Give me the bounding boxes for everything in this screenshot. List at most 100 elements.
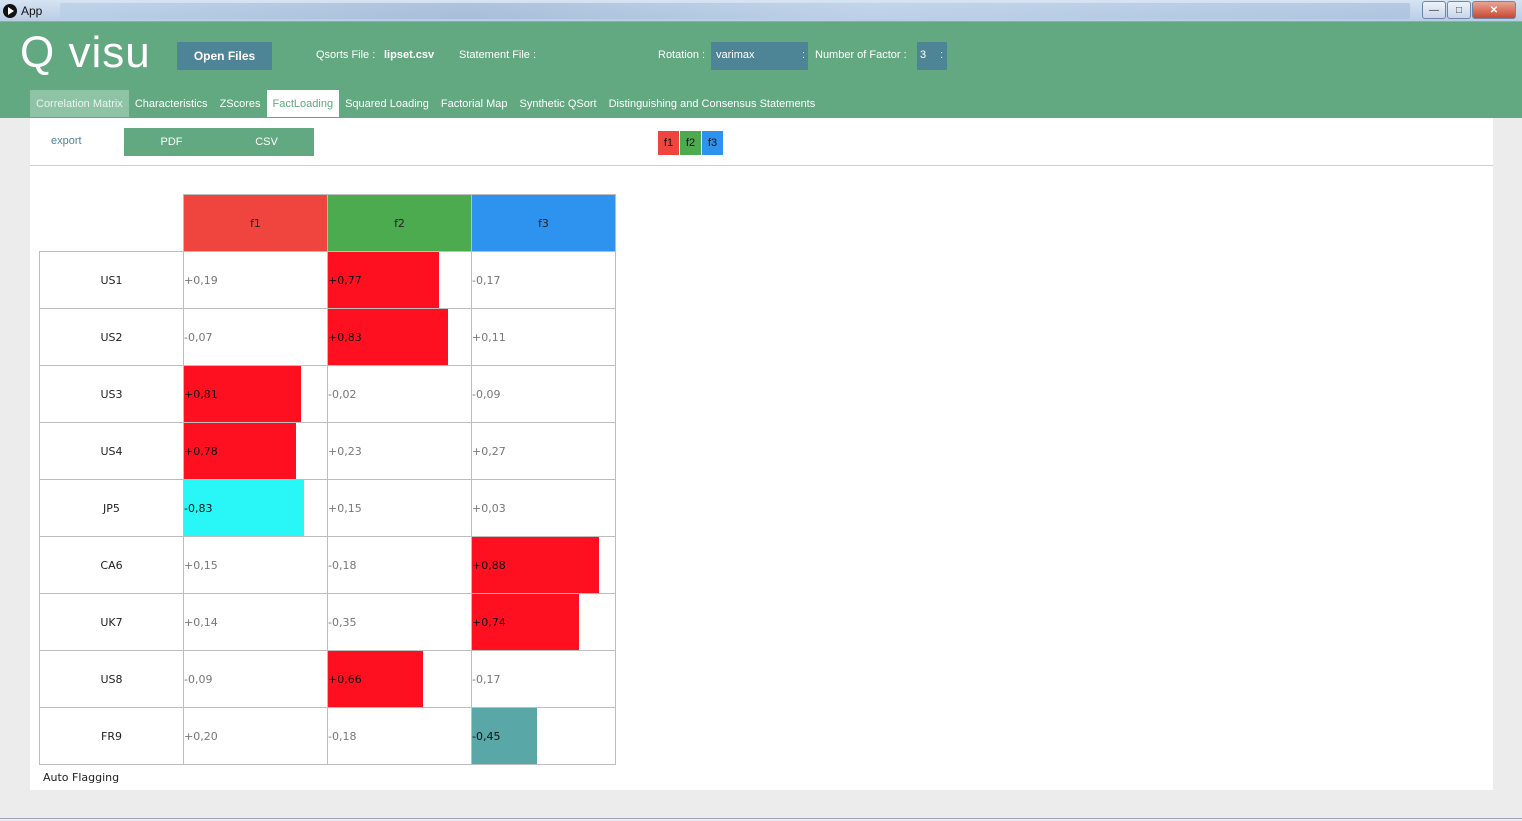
minimize-button[interactable]: — — [1422, 1, 1446, 19]
export-csv-button[interactable]: CSV — [219, 128, 314, 156]
loading-value: -0,45 — [472, 729, 501, 743]
app-icon — [3, 4, 17, 18]
loading-value: +0,14 — [184, 615, 218, 629]
loading-cell: +0,15 — [327, 479, 472, 537]
blurred-taskbar — [60, 3, 1410, 19]
row-label: US8 — [39, 650, 184, 708]
loading-cell: -0,17 — [471, 650, 616, 708]
qsorts-file-value: lipset.csv — [384, 49, 435, 61]
loading-cell: +0,27 — [471, 422, 616, 480]
factor-header-f1: f1 — [183, 194, 328, 252]
loading-value: +0,03 — [472, 501, 506, 515]
statement-file-label: Statement File : — [459, 49, 537, 61]
loading-value: +0,77 — [328, 273, 362, 287]
loading-value: +0,27 — [472, 444, 506, 458]
loading-cell: -0,09 — [471, 365, 616, 423]
loading-value: +0,78 — [184, 444, 218, 458]
factor-count-select[interactable]: 3 : — [917, 42, 947, 70]
loading-value: -0,09 — [184, 672, 213, 686]
loading-cell: +0,77 — [327, 251, 472, 309]
loading-cell: -0,07 — [183, 308, 328, 366]
tab-correlation-matrix[interactable]: Correlation Matrix — [30, 90, 129, 117]
row-label: CA6 — [39, 536, 184, 594]
factor-chip-f1[interactable]: f1 — [658, 131, 679, 155]
export-pdf-button[interactable]: PDF — [124, 128, 219, 156]
loading-value: -0,18 — [328, 729, 357, 743]
loading-value: +0,20 — [184, 729, 218, 743]
loading-value: -0,35 — [328, 615, 357, 629]
row-label: US4 — [39, 422, 184, 480]
loading-cell: -0,02 — [327, 365, 472, 423]
export-toolbar: export PDF CSV f1 f2 f3 — [30, 118, 1493, 166]
window-titlebar: App — □ ✕ — [0, 0, 1522, 22]
loading-cell: +0,88 — [471, 536, 616, 594]
dropdown-arrow-icon: : — [801, 49, 805, 61]
factor-count-label: Number of Factor : — [815, 49, 907, 61]
loading-cell: +0,66 — [327, 650, 472, 708]
tab-distinguishing-consensus[interactable]: Distinguishing and Consensus Statements — [603, 90, 822, 117]
rotation-value: varimax — [716, 49, 755, 61]
loading-value: +0,11 — [472, 330, 506, 344]
factor-count-value: 3 — [920, 49, 927, 61]
tab-factloading[interactable]: FactLoading — [266, 90, 340, 117]
loading-cell: +0,78 — [183, 422, 328, 480]
export-button-group: PDF CSV — [124, 128, 314, 156]
tab-characteristics[interactable]: Characteristics — [129, 90, 214, 117]
close-button[interactable]: ✕ — [1472, 1, 1516, 19]
dropdown-arrow-icon: : — [939, 49, 943, 61]
loading-value: +0,88 — [472, 558, 506, 572]
row-label: JP5 — [39, 479, 184, 537]
table-row: FR9 +0,20 -0,18 -0,45 — [39, 707, 616, 765]
loading-value: -0,83 — [184, 501, 213, 515]
loading-value: +0,66 — [328, 672, 362, 686]
table-corner — [40, 195, 184, 252]
table-row: US1 +0,19 +0,77 -0,17 — [39, 251, 616, 309]
loading-value: +0,19 — [184, 273, 218, 287]
loading-cell: -0,45 — [471, 707, 616, 765]
row-label: US1 — [39, 251, 184, 309]
loading-value: -0,02 — [328, 387, 357, 401]
loading-cell: +0,19 — [183, 251, 328, 309]
loading-cell: -0,35 — [327, 593, 472, 651]
factor-header-f3: f3 — [471, 194, 616, 252]
open-files-button[interactable]: Open Files — [177, 42, 272, 70]
loading-cell: +0,83 — [327, 308, 472, 366]
loading-cell: -0,09 — [183, 650, 328, 708]
tab-squared-loading[interactable]: Squared Loading — [339, 90, 435, 117]
factor-loading-table: f1 f2 f3 US1 +0,19 +0,77 -0,17 US2 -0,07 +0,83 +0… — [39, 194, 616, 765]
table-row: CA6 +0,15 -0,18 +0,88 — [39, 536, 616, 594]
loading-cell: +0,14 — [183, 593, 328, 651]
auto-flagging-label: Auto Flagging — [43, 771, 120, 784]
rotation-select[interactable]: varimax : — [711, 42, 808, 70]
loading-cell: +0,23 — [327, 422, 472, 480]
window-bottom-border — [0, 818, 1522, 819]
loading-value: -0,18 — [328, 558, 357, 572]
table-row: US3 +0,81 -0,02 -0,09 — [39, 365, 616, 423]
row-label: US3 — [39, 365, 184, 423]
loading-value: -0,07 — [184, 330, 213, 344]
rotation-label: Rotation : — [658, 49, 706, 61]
tab-synthetic-qsort[interactable]: Synthetic QSort — [514, 90, 603, 117]
export-label: export — [51, 135, 82, 147]
table-row: US8 -0,09 +0,66 -0,17 — [39, 650, 616, 708]
loading-cell: +0,03 — [471, 479, 616, 537]
app-header: Q visu Open Files Qsorts File : lipset.c… — [0, 22, 1522, 118]
table-row: JP5 -0,83 +0,15 +0,03 — [39, 479, 616, 537]
loading-value: +0,83 — [328, 330, 362, 344]
loading-cell: -0,83 — [183, 479, 328, 537]
factor-chip-f2[interactable]: f2 — [680, 131, 701, 155]
loading-value: -0,17 — [472, 672, 501, 686]
tab-factorial-map[interactable]: Factorial Map — [435, 90, 514, 117]
factloading-panel: export PDF CSV f1 f2 f3 f1 f2 f3 US1 +0,19 +0,… — [30, 118, 1493, 790]
maximize-button[interactable]: □ — [1447, 1, 1471, 19]
loading-value: +0,15 — [184, 558, 218, 572]
factor-chip-f3[interactable]: f3 — [702, 131, 723, 155]
factor-header-f2: f2 — [327, 194, 472, 252]
loading-cell: -0,18 — [327, 707, 472, 765]
loading-value: +0,23 — [328, 444, 362, 458]
loading-value: +0,81 — [184, 387, 218, 401]
tab-zscores[interactable]: ZScores — [214, 90, 267, 117]
loading-cell: +0,81 — [183, 365, 328, 423]
loading-cell: +0,74 — [471, 593, 616, 651]
qsorts-file-label: Qsorts File : — [316, 49, 376, 61]
